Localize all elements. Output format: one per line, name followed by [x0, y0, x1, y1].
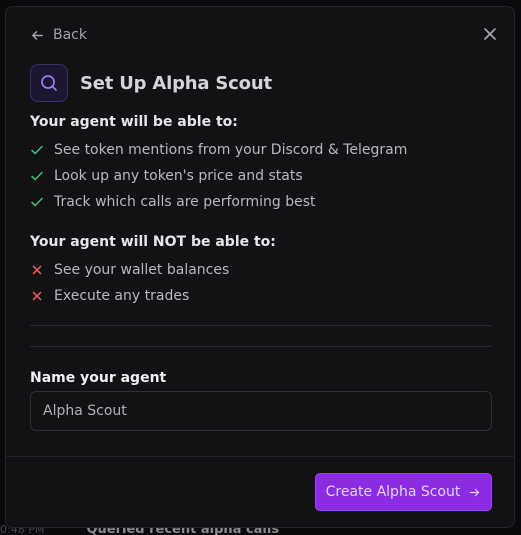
modal-header: Set Up Alpha Scout [30, 64, 272, 102]
allowed-item: Look up any token's price and stats [30, 163, 407, 189]
allowed-list: See token mentions from your Discord & T… [30, 137, 407, 215]
allowed-item: Track which calls are performing best [30, 189, 407, 215]
denied-item-label: Execute any trades [54, 288, 190, 304]
create-agent-button[interactable]: Create Alpha Scout [315, 473, 492, 511]
create-agent-label: Create Alpha Scout [325, 484, 461, 500]
check-icon [31, 171, 43, 181]
denied-list: See your wallet balances Execute any tra… [30, 257, 229, 309]
check-icon [31, 145, 43, 155]
x-icon [32, 291, 42, 301]
allowed-heading: Your agent will be able to: [30, 114, 238, 130]
search-icon [41, 75, 57, 91]
x-icon [32, 265, 42, 275]
close-icon [484, 28, 496, 40]
denied-item: Execute any trades [30, 283, 229, 309]
allowed-item: See token mentions from your Discord & T… [30, 137, 407, 163]
divider [30, 325, 492, 326]
allowed-item-label: Look up any token's price and stats [54, 168, 303, 184]
setup-agent-modal: Back Set Up Alpha Scout Your agent will … [5, 6, 515, 528]
footer-divider [6, 456, 514, 457]
denied-item-label: See your wallet balances [54, 262, 230, 278]
check-icon [31, 197, 43, 207]
back-link[interactable]: Back [30, 27, 87, 43]
allowed-item-label: Track which calls are performing best [54, 194, 316, 210]
modal-title: Set Up Alpha Scout [80, 72, 272, 94]
name-field-label: Name your agent [30, 370, 167, 386]
agent-name-input[interactable] [30, 391, 492, 431]
agent-icon-tile [30, 64, 68, 102]
allowed-item-label: See token mentions from your Discord & T… [54, 142, 408, 158]
denied-item: See your wallet balances [30, 257, 229, 283]
divider [30, 346, 492, 347]
back-label: Back [53, 27, 87, 43]
arrow-left-icon [32, 30, 43, 40]
close-button[interactable] [482, 26, 498, 42]
arrow-right-icon [470, 488, 480, 496]
denied-heading: Your agent will NOT be able to: [30, 234, 276, 250]
